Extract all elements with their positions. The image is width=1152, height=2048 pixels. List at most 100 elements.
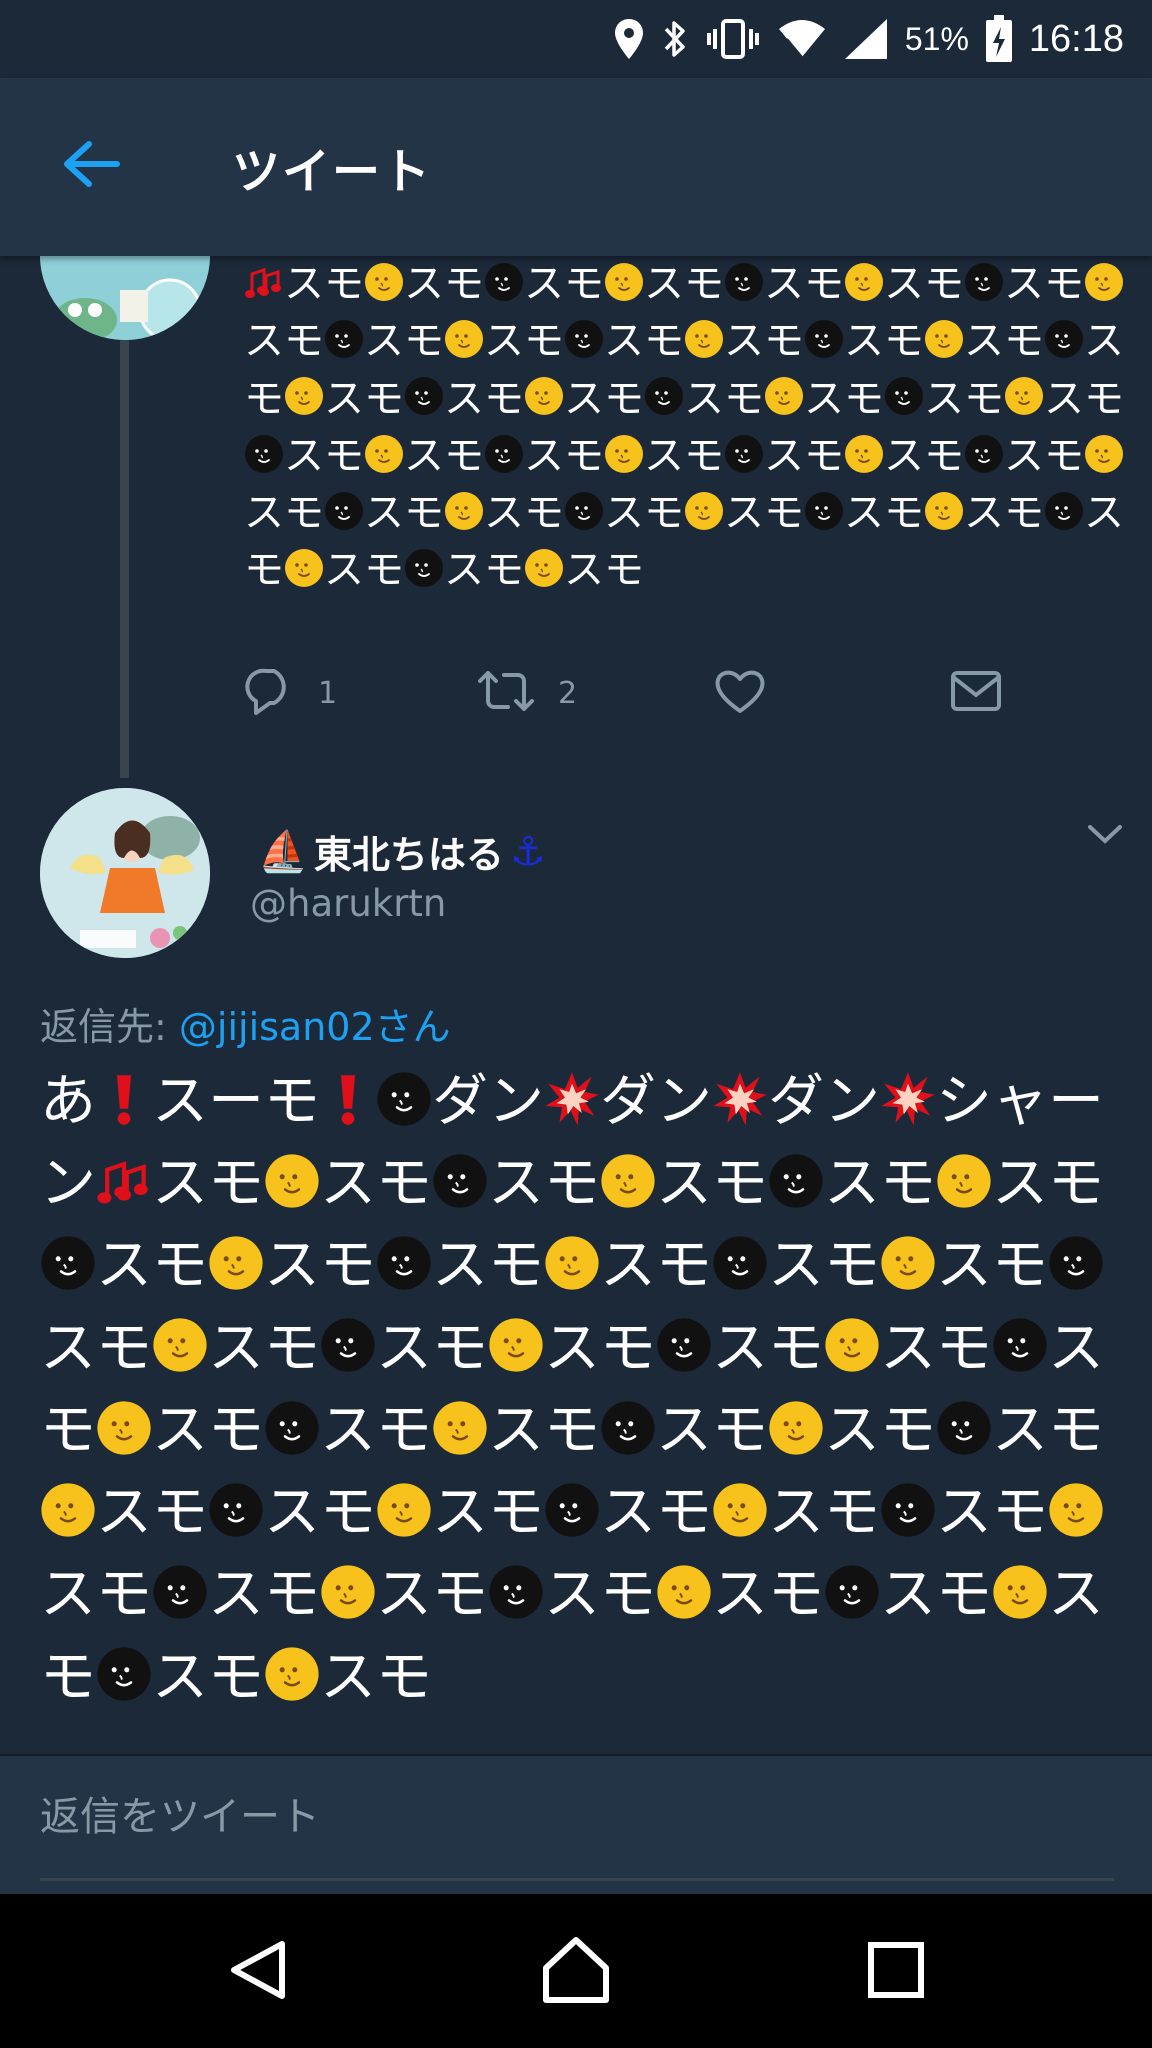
full-moon-face-icon — [1084, 434, 1124, 488]
full-moon-face-icon — [264, 1646, 320, 1722]
tweet-text-run: スモ — [96, 1233, 208, 1299]
avatar-previous-author[interactable] — [40, 256, 210, 340]
reply-action[interactable]: 1 — [244, 656, 337, 730]
tweet-text-run: スモ — [284, 261, 364, 307]
tweet-text-run: スモ — [964, 490, 1044, 537]
tweet-text-run: スモ — [1004, 432, 1084, 479]
new-moon-face-icon — [600, 1400, 656, 1476]
new-moon-face-icon — [712, 1235, 768, 1311]
system-home-button[interactable] — [536, 1934, 616, 2010]
new-moon-face-icon — [484, 262, 524, 316]
tweet-text-run: スモ — [484, 490, 564, 537]
tweet-text-run: スモ — [712, 1562, 824, 1628]
new-moon-face-icon — [724, 262, 764, 316]
tweet-text-run: スモ — [824, 1397, 936, 1463]
full-moon-face-icon — [992, 1564, 1048, 1640]
full-moon-face-icon — [96, 1400, 152, 1476]
tweet-text-run: スモ — [444, 547, 524, 594]
previous-tweet-text: スモ スモ スモ スモ スモ スモ スモスモ スモ スモ スモ スモ スモ スモ スモ スモ スモ スモ スモ スモ… — [244, 258, 1124, 602]
full-moon-face-icon — [544, 1235, 600, 1311]
new-moon-face-icon — [264, 1400, 320, 1476]
tweet-text-run: ダン — [600, 1069, 712, 1134]
full-moon-face-icon — [364, 262, 404, 316]
system-recents-button[interactable] — [856, 1934, 936, 2010]
tweet-text-run: スモ — [432, 1480, 544, 1546]
tweet-text-run: スモ — [992, 1397, 1104, 1463]
full-moon-face-icon — [444, 319, 484, 373]
full-moon-face-icon — [284, 376, 324, 430]
system-back-button[interactable] — [218, 1934, 298, 2010]
tweet-text-run: スモ — [684, 375, 764, 422]
tweet-text-run: スモ — [544, 1315, 656, 1381]
tweet-text-run: スモ — [768, 1480, 880, 1546]
reply-to-line: 返信先: @jijisan02さん — [40, 996, 451, 1051]
tweet-text-run: スモ — [320, 1644, 432, 1710]
retweet-count: 2 — [558, 675, 578, 711]
tweet-text-run: スモ — [244, 318, 324, 365]
tweet-text-run: スモ — [152, 1644, 264, 1710]
new-moon-face-icon — [564, 319, 604, 373]
reply-composer — [0, 1754, 1152, 1896]
exclamation-icon — [96, 1071, 152, 1147]
tweet-text-run: スモ — [600, 1480, 712, 1546]
full-moon-face-icon — [1084, 262, 1124, 316]
tweet-text-run: スモ — [488, 1151, 600, 1217]
tweet-text-run: スモ — [376, 1562, 488, 1628]
full-moon-face-icon — [824, 1317, 880, 1393]
back-triangle-icon — [226, 1938, 290, 2006]
reply-to-user-link[interactable]: @jijisan02さん — [179, 1005, 451, 1049]
tweet-text-run: スモ — [96, 1480, 208, 1546]
tweet-text-run: スモ — [404, 261, 484, 307]
tweet-text-run: スモ — [152, 1151, 264, 1217]
back-button[interactable] — [58, 136, 124, 196]
new-moon-face-icon — [964, 262, 1004, 316]
new-moon-face-icon — [656, 1317, 712, 1393]
tweet-text-run: スモ — [1004, 261, 1084, 307]
new-moon-face-icon — [724, 434, 764, 488]
tweet-text-run: スモ — [804, 375, 884, 422]
new-moon-face-icon — [96, 1646, 152, 1722]
tweet-text-run: スモ — [564, 547, 644, 594]
tweet-text-run: スモ — [936, 1233, 1048, 1299]
new-moon-face-icon — [768, 1153, 824, 1229]
tweet-text-run: スモ — [324, 547, 404, 594]
reply-to-label: 返信先: — [40, 1005, 167, 1049]
tweet-text-run: スーモ — [152, 1069, 320, 1134]
author-display-name[interactable]: ⛵ 東北ちはる ⚓ — [258, 824, 546, 879]
tweet-text-run: ダン — [432, 1069, 544, 1134]
reply-input[interactable] — [40, 1756, 1114, 1881]
tweet-menu-button[interactable] — [1080, 812, 1130, 862]
author-handle[interactable]: @harukrtn — [250, 882, 446, 925]
tweet-text-run: あ — [40, 1069, 96, 1134]
tweet-text-run: スモ — [768, 1233, 880, 1299]
full-moon-face-icon — [656, 1564, 712, 1640]
tweet-text-run: スモ — [444, 375, 524, 422]
tweet-text-run: スモ — [880, 1562, 992, 1628]
retweet-action[interactable]: 2 — [476, 656, 577, 730]
page-title: ツイート — [232, 144, 433, 200]
tweet-text-run: スモ — [364, 318, 444, 365]
tweet-text-run: ス — [936, 1480, 992, 1546]
full-moon-face-icon — [600, 1153, 656, 1229]
tweet-text-run: スモ — [432, 1233, 544, 1299]
tweet-text-run: スモ — [712, 1315, 824, 1381]
full-moon-face-icon — [488, 1317, 544, 1393]
app-bar: ツイート — [0, 78, 1152, 256]
like-action[interactable] — [714, 656, 766, 730]
author-name-text: 東北ちはる — [313, 833, 504, 877]
home-circle-icon — [540, 1934, 612, 2010]
full-moon-face-icon — [364, 434, 404, 488]
direct-message-action[interactable] — [950, 656, 1002, 730]
tweet-thread[interactable]: スモ スモ スモ スモ スモ スモ スモスモ スモ スモ スモ スモ スモ スモ スモ スモ スモ スモ スモ スモ… — [0, 256, 1152, 1754]
new-moon-face-icon — [824, 1564, 880, 1640]
new-moon-face-icon — [804, 319, 844, 373]
new-moon-face-icon — [40, 1235, 96, 1311]
main-tweet-text: あスーモ ダン ダン ダン シャーン スモ スモ スモ スモ スモ スモスモ スモ スモ スモ スモ スモスモ… — [40, 1064, 1120, 1722]
system-nav-bar — [0, 1894, 1152, 2048]
avatar-author[interactable] — [40, 788, 210, 958]
tweet-text-run: スモ — [844, 490, 924, 537]
full-moon-face-icon — [284, 548, 324, 602]
main-tweet-tokens: あスーモ ダン ダン ダン シャーン スモ スモ スモ スモ スモ スモスモ スモ スモ スモ スモ スモスモ… — [40, 1069, 1104, 1710]
battery-percent: 51% — [904, 20, 969, 57]
collision-icon — [544, 1071, 600, 1147]
